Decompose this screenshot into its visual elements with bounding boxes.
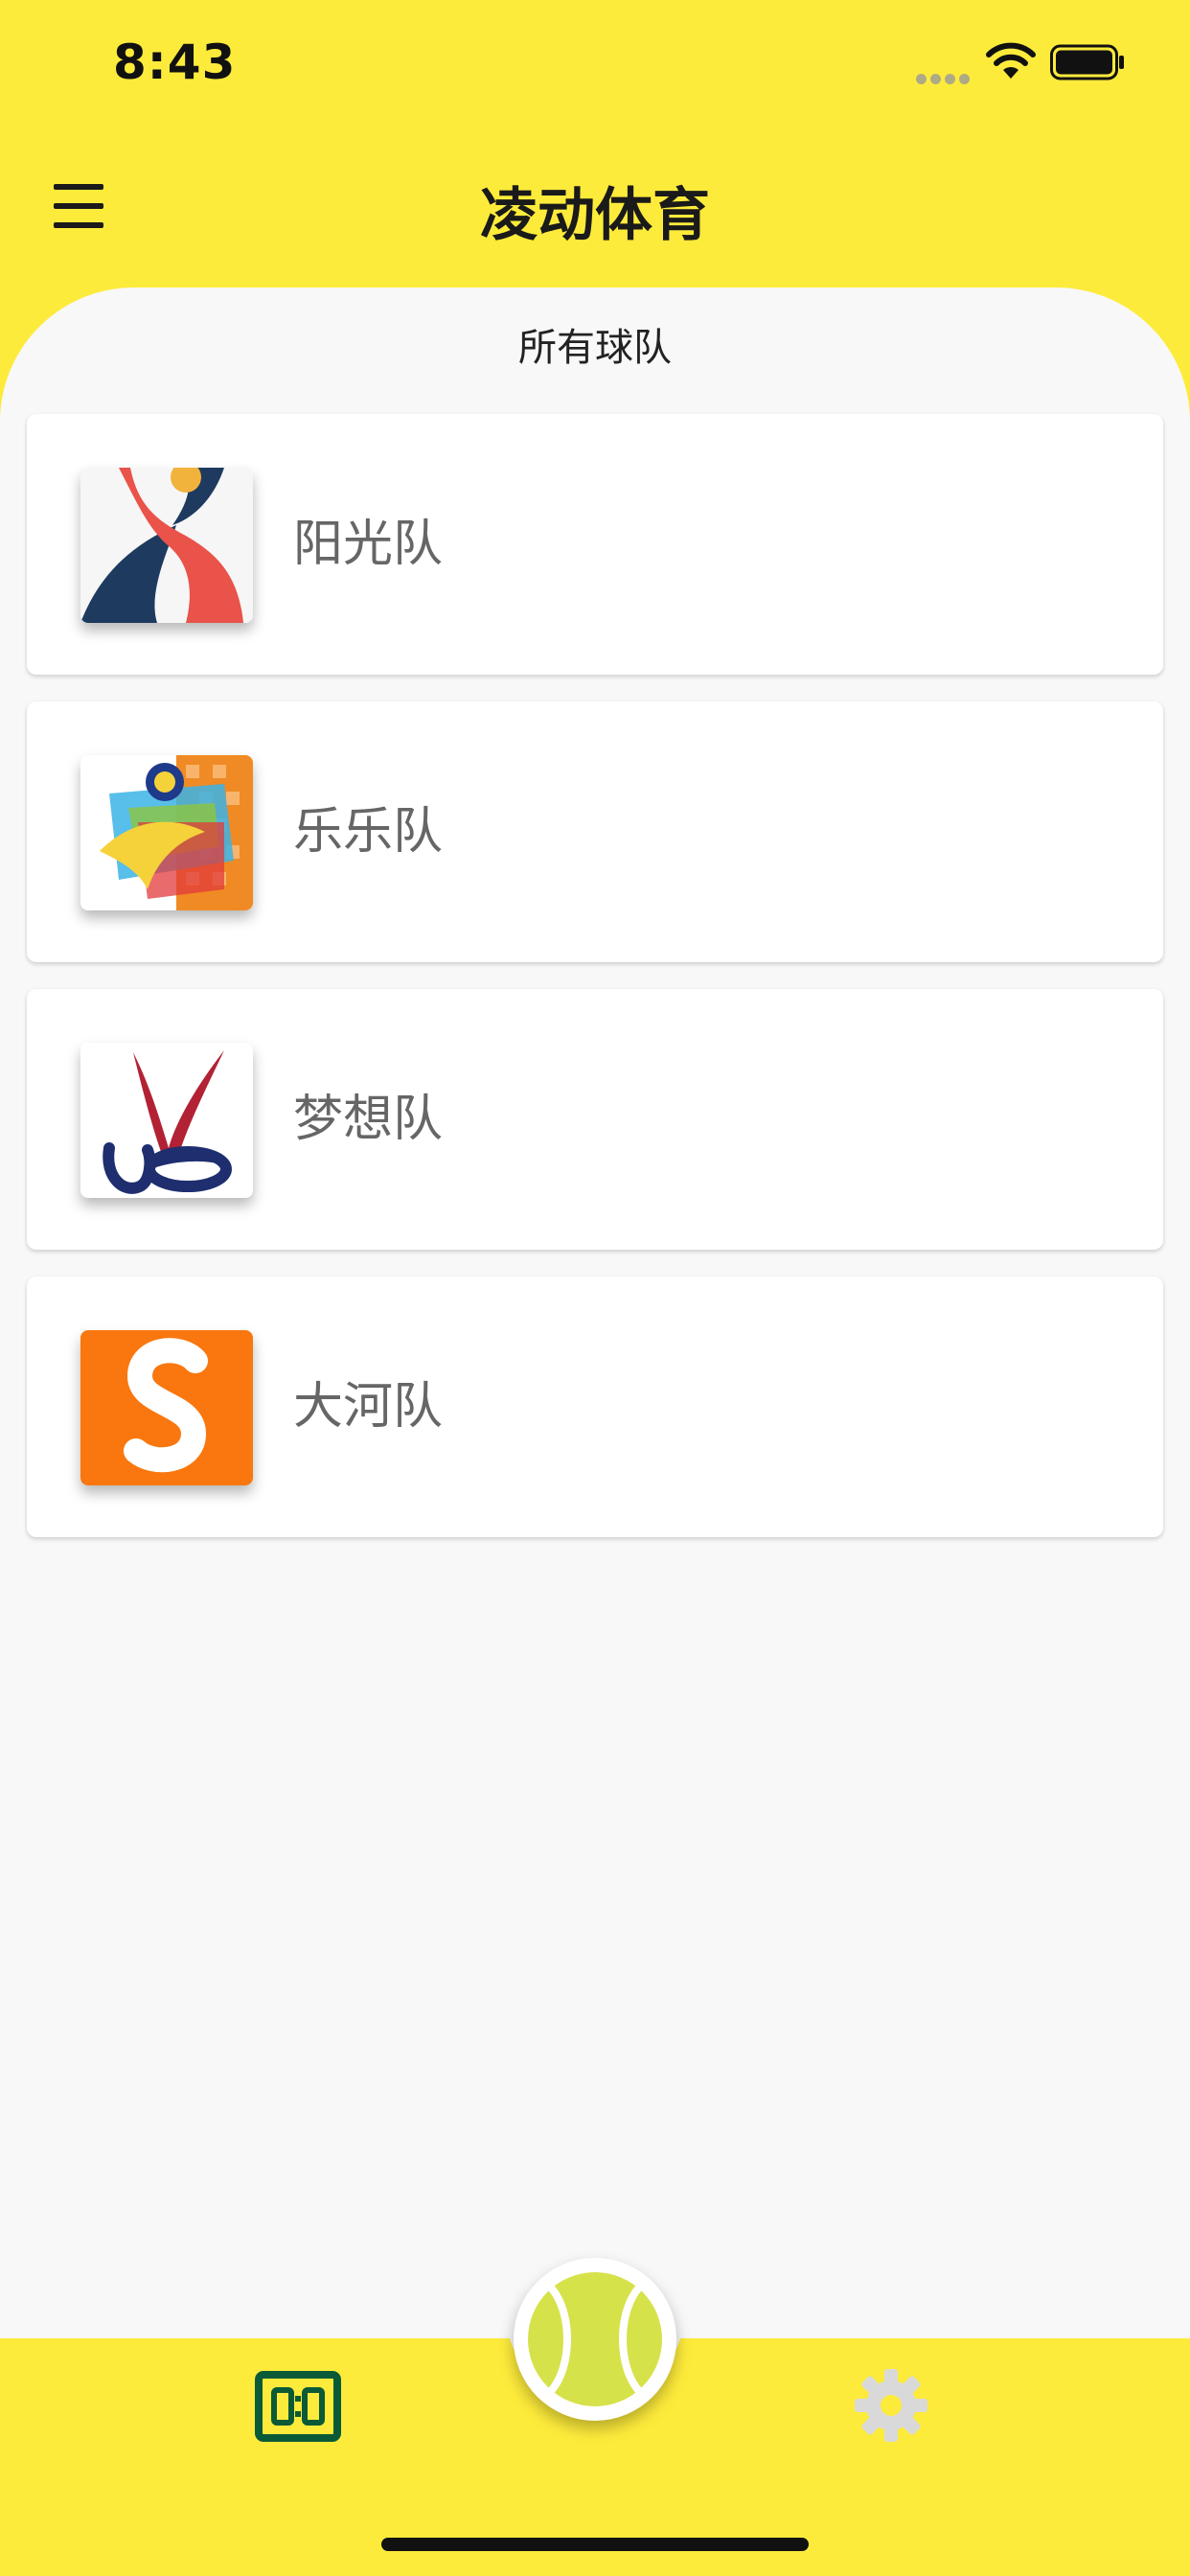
team-card[interactable]: 阳光队 <box>27 414 1163 675</box>
dream-team-logo <box>80 1043 253 1198</box>
team-name: 乐乐队 <box>293 803 444 861</box>
app-bar: 凌动体育 <box>0 126 1190 289</box>
gear-icon[interactable] <box>853 2367 929 2444</box>
page-title: 凌动体育 <box>480 182 710 249</box>
scoreboard-icon[interactable] <box>255 2371 341 2442</box>
status-time: 8:43 <box>113 34 237 90</box>
team-card[interactable]: 大河队 <box>27 1276 1163 1537</box>
home-indicator <box>381 2538 809 2551</box>
team-card[interactable]: 梦想队 <box>27 989 1163 1250</box>
lele-team-logo <box>80 755 253 910</box>
team-name: 梦想队 <box>293 1091 444 1148</box>
cellular-signal-icon <box>916 70 973 88</box>
status-bar: 8:43 <box>0 0 1190 126</box>
team-list-sheet: 所有球队 阳光队 乐乐队 梦想队 大河队 <box>0 288 1190 2338</box>
team-name: 大河队 <box>293 1378 444 1436</box>
tennis-ball-icon <box>528 2272 662 2406</box>
river-team-logo <box>80 1330 253 1485</box>
wifi-icon <box>986 42 1036 79</box>
team-name: 阳光队 <box>293 516 444 573</box>
tennis-ball-button[interactable] <box>514 2258 676 2421</box>
team-card[interactable]: 乐乐队 <box>27 702 1163 962</box>
section-title: 所有球队 <box>518 326 672 370</box>
battery-icon <box>1050 44 1124 80</box>
sunshine-team-logo <box>80 468 253 623</box>
